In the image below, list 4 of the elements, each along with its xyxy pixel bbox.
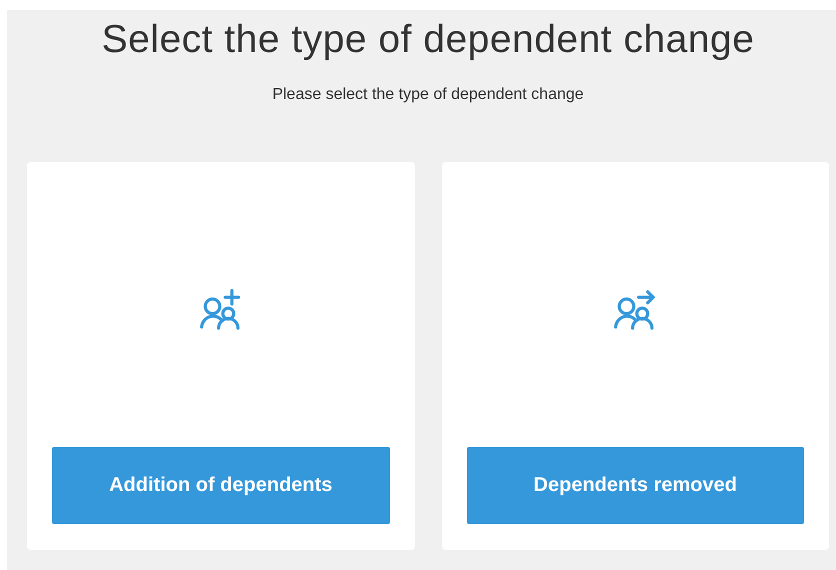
option-button[interactable]: Dependents removed <box>466 447 804 524</box>
option-button[interactable]: Addition of dependents <box>52 447 390 524</box>
page-subtitle: Please select the type of dependent change <box>272 86 584 104</box>
page-title: Select the type of dependent change <box>102 18 754 62</box>
